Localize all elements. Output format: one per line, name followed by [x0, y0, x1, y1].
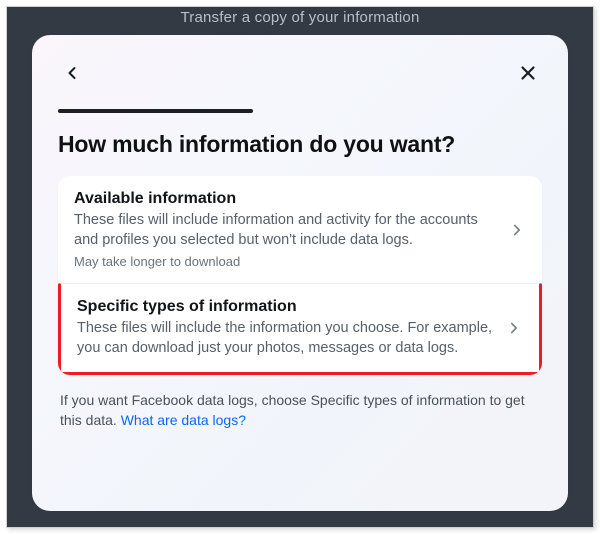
app-background: Transfer a copy of your information How … — [6, 6, 594, 528]
info-amount-modal: How much information do you want? Availa… — [32, 35, 568, 511]
footer-help-text: If you want Facebook data logs, choose S… — [58, 391, 542, 430]
option-available-information[interactable]: Available information These files will i… — [58, 176, 542, 283]
option-description: These files will include the information… — [77, 319, 495, 358]
modal-title: How much information do you want? — [58, 131, 542, 158]
option-content: Specific types of information These file… — [77, 298, 505, 358]
option-specific-types[interactable]: Specific types of information These file… — [58, 283, 542, 375]
option-title: Specific types of information — [77, 298, 495, 316]
option-content: Available information These files will i… — [74, 190, 508, 269]
progress-indicator — [58, 109, 253, 113]
chevron-right-icon — [508, 221, 526, 239]
close-button[interactable] — [514, 59, 542, 87]
close-icon — [517, 62, 539, 84]
background-page-title: Transfer a copy of your information — [7, 7, 593, 26]
option-title: Available information — [74, 190, 498, 208]
back-button[interactable] — [58, 59, 86, 87]
chevron-right-icon — [505, 319, 523, 337]
option-note: May take longer to download — [74, 254, 498, 269]
modal-header — [58, 59, 542, 87]
data-logs-help-link[interactable]: What are data logs? — [121, 412, 246, 428]
option-list: Available information These files will i… — [58, 176, 542, 375]
option-description: These files will include information and… — [74, 211, 498, 250]
chevron-left-icon — [62, 63, 82, 83]
